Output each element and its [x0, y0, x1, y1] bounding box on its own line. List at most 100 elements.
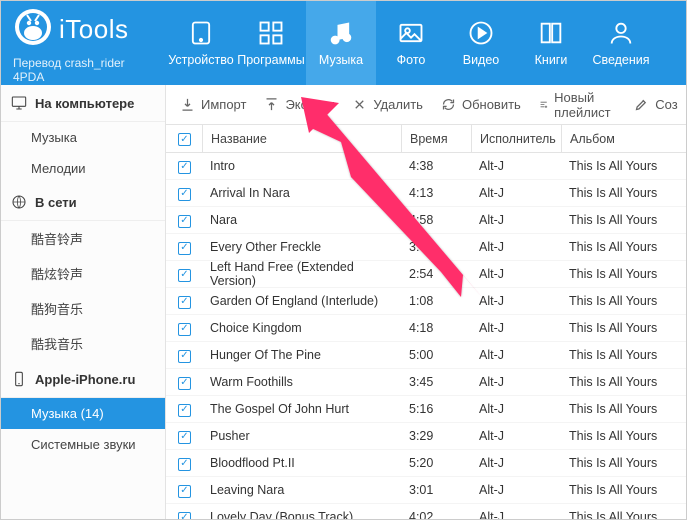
- sidebar-item[interactable]: 酷音铃声: [1, 221, 165, 256]
- track-album: This Is All Yours: [561, 261, 686, 287]
- track-artist: Alt-J: [471, 261, 561, 287]
- sidebar-section-head[interactable]: В сети: [1, 184, 165, 221]
- logo-block: iTools Перевод crash_rider 4PDA: [1, 1, 166, 85]
- sidebar-item[interactable]: 酷狗音乐: [1, 291, 165, 326]
- row-checkbox[interactable]: ✓: [178, 512, 191, 519]
- new-playlist-button[interactable]: Новый плейлист: [539, 90, 616, 120]
- row-checkbox[interactable]: ✓: [178, 161, 191, 174]
- nav-video[interactable]: Видео: [446, 1, 516, 85]
- track-row[interactable]: ✓Choice Kingdom4:18Alt-JThis Is All Your…: [166, 315, 686, 342]
- nav-label: Видео: [463, 53, 500, 67]
- track-artist: Alt-J: [471, 423, 561, 449]
- track-name: Leaving Nara: [202, 477, 401, 503]
- select-all-checkbox[interactable]: ✓: [178, 133, 191, 146]
- track-album: This Is All Yours: [561, 504, 686, 519]
- track-name: Choice Kingdom: [202, 315, 401, 341]
- track-time: 3:36: [401, 234, 471, 260]
- track-time: 4:13: [401, 180, 471, 206]
- row-checkbox[interactable]: ✓: [178, 377, 191, 390]
- track-row[interactable]: ✓The Gospel Of John Hurt5:16Alt-JThis Is…: [166, 396, 686, 423]
- nav-device[interactable]: Устройство: [166, 1, 236, 85]
- toolbar: Импорт Экспорт Удалить Обновить Новый пл…: [166, 85, 686, 125]
- track-name: Garden Of England (Interlude): [202, 288, 401, 314]
- track-album: This Is All Yours: [561, 288, 686, 314]
- col-name[interactable]: Название: [202, 125, 401, 152]
- nav-photo[interactable]: Фото: [376, 1, 446, 85]
- row-checkbox[interactable]: ✓: [178, 458, 191, 471]
- track-name: Every Other Freckle: [202, 234, 401, 260]
- row-checkbox[interactable]: ✓: [178, 215, 191, 228]
- export-button[interactable]: Экспорт: [264, 97, 334, 112]
- track-album: This Is All Yours: [561, 450, 686, 476]
- row-checkbox[interactable]: ✓: [178, 242, 191, 255]
- track-row[interactable]: ✓Left Hand Free (Extended Version)2:54Al…: [166, 261, 686, 288]
- import-label: Импорт: [201, 97, 246, 112]
- app-name: iTools: [59, 14, 128, 45]
- sidebar-section-title: Apple-iPhone.ru: [35, 372, 135, 387]
- row-checkbox[interactable]: ✓: [178, 431, 191, 444]
- track-artist: Alt-J: [471, 207, 561, 233]
- track-row[interactable]: ✓Pusher3:29Alt-JThis Is All Yours: [166, 423, 686, 450]
- track-album: This Is All Yours: [561, 396, 686, 422]
- sidebar-item[interactable]: Мелодии: [1, 153, 165, 184]
- sidebar-section-head[interactable]: На компьютере: [1, 85, 165, 122]
- track-artist: Alt-J: [471, 153, 561, 179]
- track-row[interactable]: ✓Leaving Nara3:01Alt-JThis Is All Yours: [166, 477, 686, 504]
- row-checkbox[interactable]: ✓: [178, 323, 191, 336]
- create-button[interactable]: Соз: [634, 97, 677, 112]
- track-album: This Is All Yours: [561, 153, 686, 179]
- row-checkbox[interactable]: ✓: [178, 269, 191, 282]
- track-artist: Alt-J: [471, 477, 561, 503]
- track-artist: Alt-J: [471, 180, 561, 206]
- track-row[interactable]: ✓Hunger Of The Pine5:00Alt-JThis Is All …: [166, 342, 686, 369]
- playlist-label: Новый плейлист: [554, 90, 616, 120]
- row-checkbox[interactable]: ✓: [178, 485, 191, 498]
- app-subtitle: Перевод crash_rider 4PDA: [13, 56, 154, 84]
- nav-apps[interactable]: Программы: [236, 1, 306, 85]
- track-name: Warm Foothills: [202, 369, 401, 395]
- track-time: 5:20: [401, 450, 471, 476]
- track-row[interactable]: ✓Every Other Freckle3:36Alt-JThis Is All…: [166, 234, 686, 261]
- track-album: This Is All Yours: [561, 477, 686, 503]
- row-checkbox[interactable]: ✓: [178, 350, 191, 363]
- track-album: This Is All Yours: [561, 180, 686, 206]
- track-name: Arrival In Nara: [202, 180, 401, 206]
- track-name: Nara: [202, 207, 401, 233]
- col-album[interactable]: Альбом: [561, 125, 686, 152]
- track-artist: Alt-J: [471, 315, 561, 341]
- delete-label: Удалить: [373, 97, 423, 112]
- nav-info[interactable]: Сведения: [586, 1, 656, 85]
- sidebar-item[interactable]: 酷我音乐: [1, 326, 165, 361]
- nav-books[interactable]: Книги: [516, 1, 586, 85]
- nav-label: Устройство: [168, 53, 233, 67]
- sidebar-section-head[interactable]: Apple-iPhone.ru: [1, 361, 165, 398]
- refresh-button[interactable]: Обновить: [441, 97, 521, 112]
- track-row[interactable]: ✓Warm Foothills3:45Alt-JThis Is All Your…: [166, 369, 686, 396]
- sidebar-item[interactable]: 酷炫铃声: [1, 256, 165, 291]
- export-label: Экспорт: [285, 97, 334, 112]
- row-checkbox[interactable]: ✓: [178, 188, 191, 201]
- delete-button[interactable]: Удалить: [352, 97, 423, 112]
- sidebar-item[interactable]: Музыка: [1, 122, 165, 153]
- track-artist: Alt-J: [471, 396, 561, 422]
- track-row[interactable]: ✓Lovely Day (Bonus Track)4:02Alt-JThis I…: [166, 504, 686, 519]
- sidebar-section-title: На компьютере: [35, 96, 134, 111]
- sidebar-item[interactable]: Системные звуки: [1, 429, 165, 460]
- track-row[interactable]: ✓Intro4:38Alt-JThis Is All Yours: [166, 153, 686, 180]
- col-time[interactable]: Время: [401, 125, 471, 152]
- track-row[interactable]: ✓Bloodflood Pt.II5:20Alt-JThis Is All Yo…: [166, 450, 686, 477]
- track-list: ✓Intro4:38Alt-JThis Is All Yours✓Arrival…: [166, 153, 686, 519]
- import-button[interactable]: Импорт: [180, 97, 246, 112]
- track-album: This Is All Yours: [561, 234, 686, 260]
- nav-music[interactable]: Музыка: [306, 1, 376, 85]
- track-artist: Alt-J: [471, 288, 561, 314]
- sidebar-item[interactable]: Музыка (14): [1, 398, 165, 429]
- nav-label: Сведения: [592, 53, 649, 67]
- col-artist[interactable]: Исполнитель: [471, 125, 561, 152]
- track-row[interactable]: ✓Garden Of England (Interlude)1:08Alt-JT…: [166, 288, 686, 315]
- sidebar: На компьютере МузыкаМелодииВ сети酷音铃声酷炫铃声…: [1, 85, 166, 519]
- track-row[interactable]: ✓ Arrival In Nara4:13Alt-JThis Is All You…: [166, 180, 686, 207]
- row-checkbox[interactable]: ✓: [178, 296, 191, 309]
- row-checkbox[interactable]: ✓: [178, 404, 191, 417]
- track-row[interactable]: ✓Nara4:58Alt-JThis Is All Yours: [166, 207, 686, 234]
